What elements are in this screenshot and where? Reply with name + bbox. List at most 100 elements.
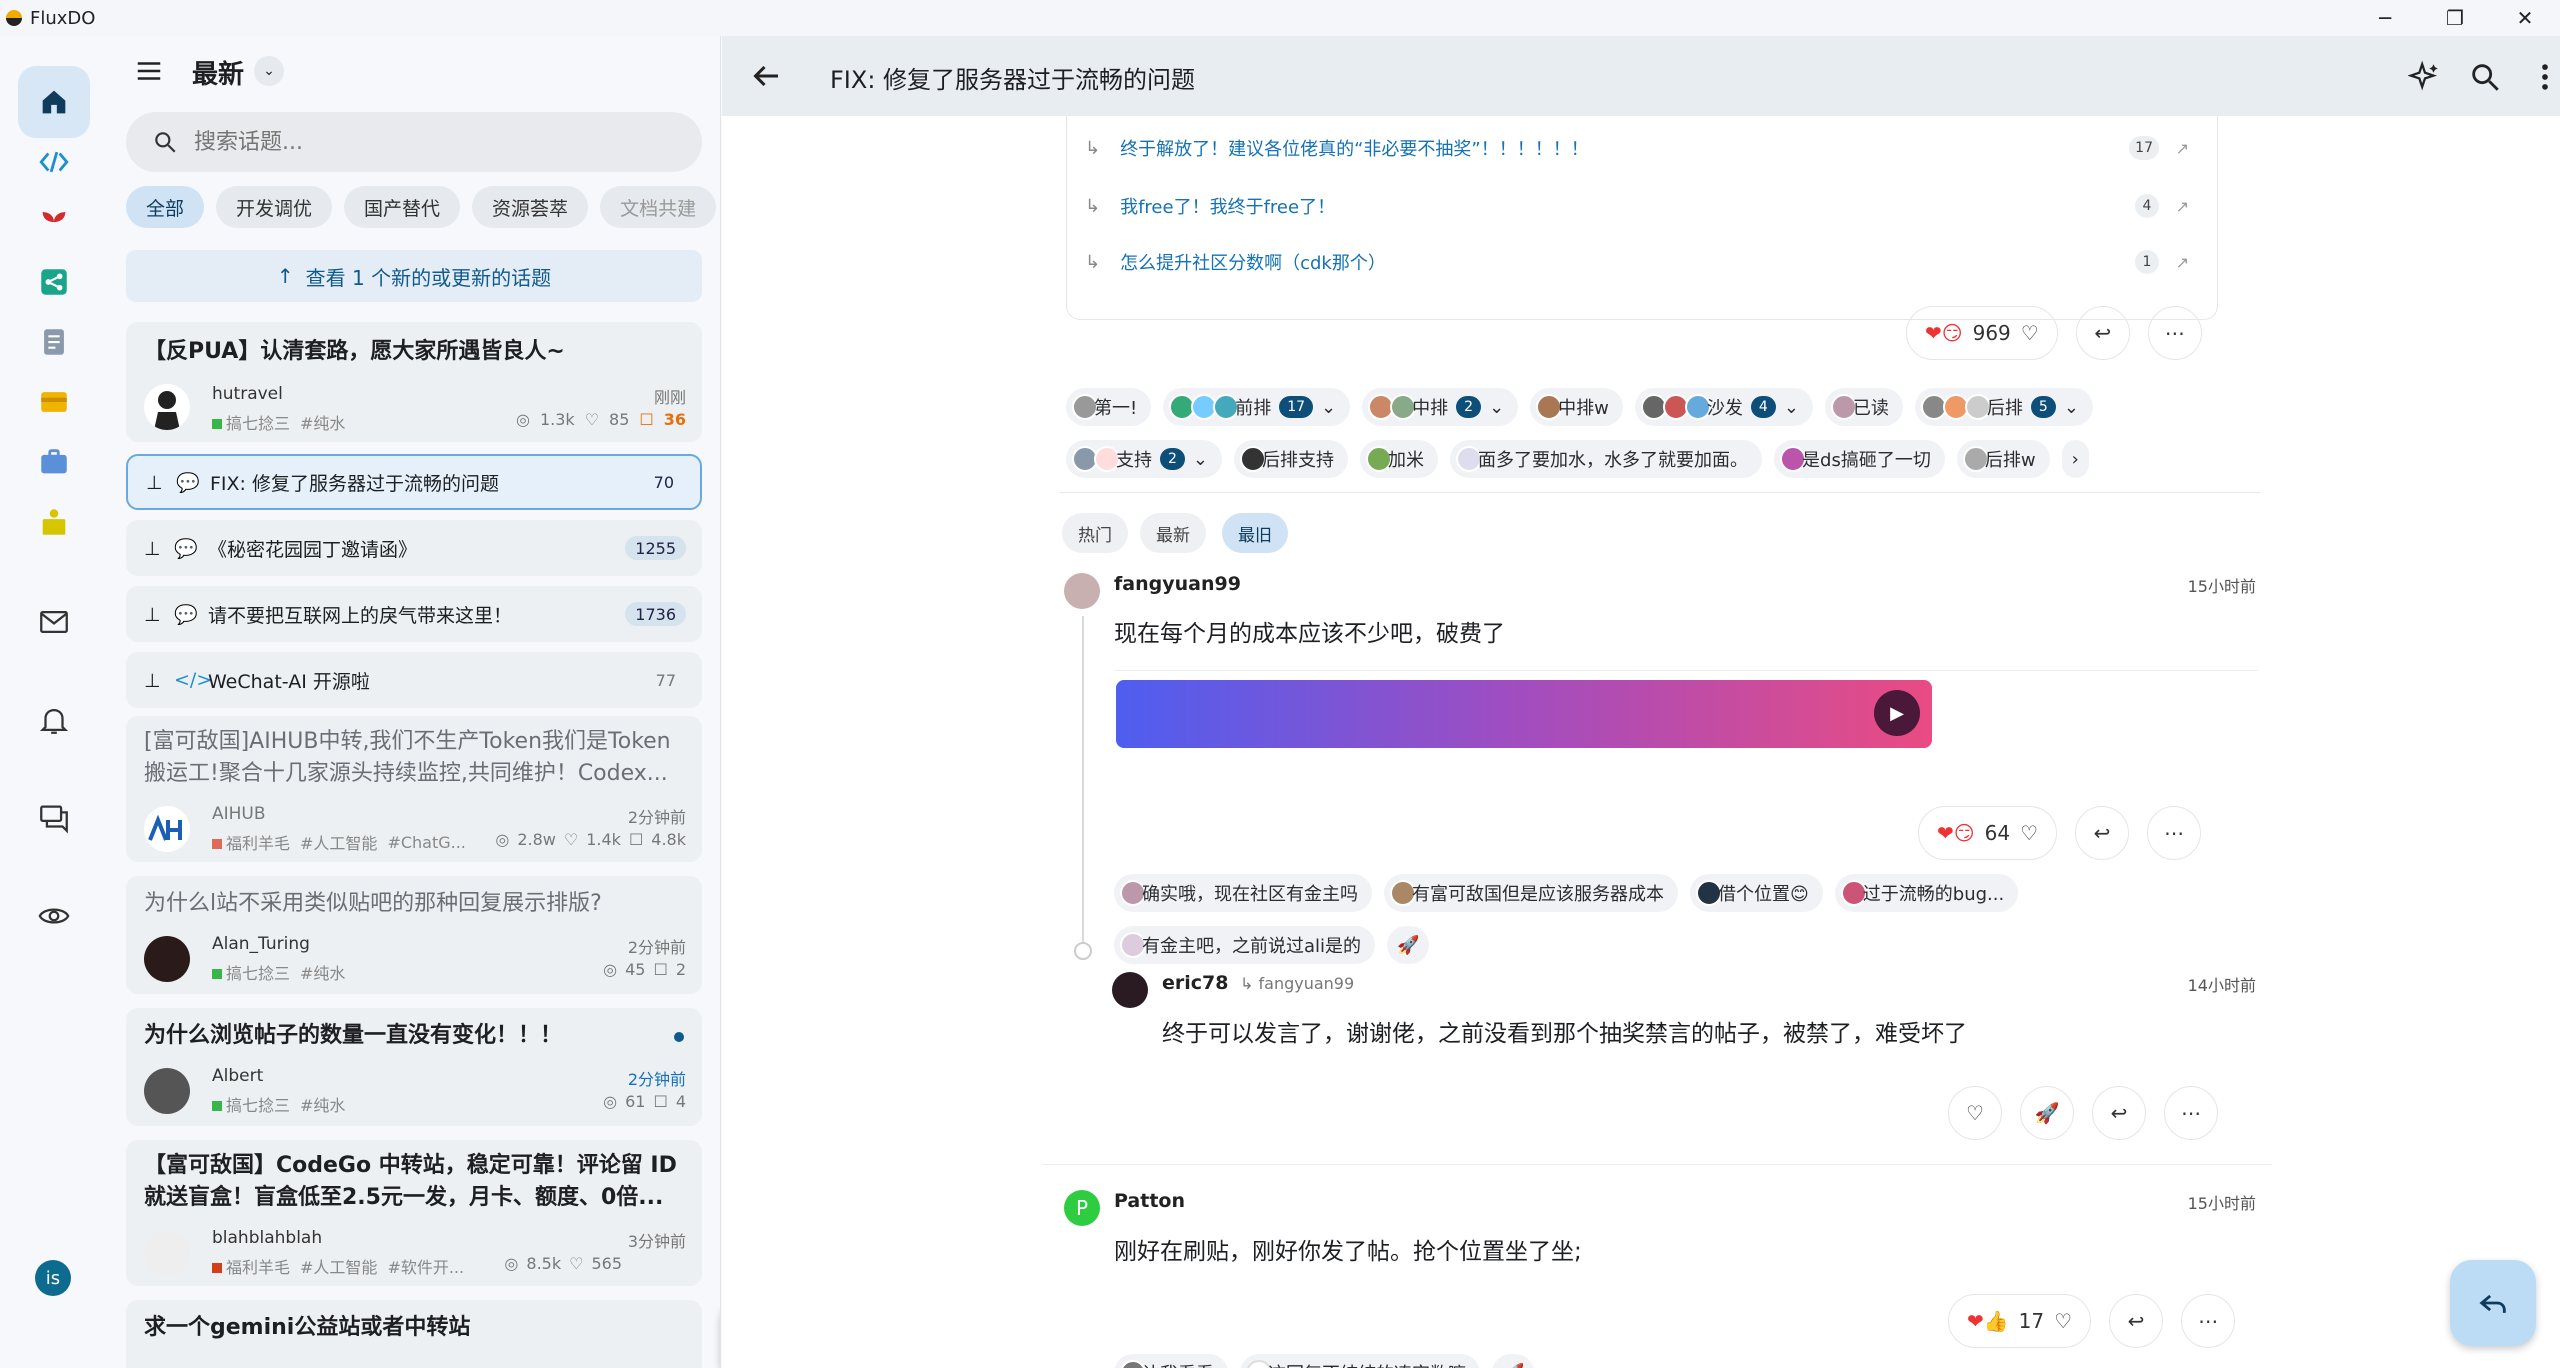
quick-reply-chip[interactable]: 让我看看 [1114,1354,1228,1368]
more-button[interactable]: ⋯ [2181,1294,2236,1348]
user-avatar[interactable]: is [35,1260,71,1296]
more-vertical-icon[interactable] [2528,60,2560,94]
topic-title: 为什么浏览帖子的数量一直没有变化！！！ [144,1023,563,1048]
vote-chip[interactable]: 后排 5 ⌄ [1914,388,2093,426]
topic-card[interactable]: 求一个gemini公益站或者中转站 [126,1300,702,1368]
more-horizontal-icon: ⋯ [2198,1309,2219,1333]
messages-nav[interactable] [18,782,90,854]
search-bar[interactable] [126,112,702,172]
list-filter-dropdown[interactable]: ⌄ [254,56,284,86]
chevron-down-icon: ⌄ [1489,396,1505,418]
ai-sparkle-icon[interactable] [2408,60,2442,94]
vote-label: 面多了要加水，水多了就要加面。 [1478,450,1749,471]
mail-nav[interactable] [18,586,90,658]
linked-topic[interactable]: ↳ 终于解放了！建议各位佬真的“非必要不抽奖”！！！！！！ 17 ↗ [1085,120,2195,176]
vote-chip[interactable]: 面多了要加水，水多了就要加面。 [1450,440,1763,478]
topic-card[interactable]: 为什么l站不采用类似贴吧的那种回复展示排版? Alan_Turing 2分钟前 … [126,876,702,994]
reactions-button[interactable]: ❤😏 969 ♡ [1906,306,2058,360]
vote-chip[interactable]: 支持 2 ⌄ [1066,440,1223,478]
gift-nav[interactable] [18,486,90,558]
new-topics-banner[interactable]: ↑ 查看 1 个新的或更新的话题 [126,250,702,302]
pinned-topic[interactable]: ⊥ 💬 FIX: 修复了服务器过于流畅的问题 70 [126,454,702,510]
pinned-topic[interactable]: ⊥ </> WeChat-AI 开源啦 77 [126,652,702,708]
back-arrow-icon[interactable] [748,58,784,94]
vote-chip[interactable]: 已读 [1824,388,1903,426]
vote-chip[interactable]: 是ds搞砸了一切 [1774,440,1945,478]
chip-resources[interactable]: 资源荟萃 [472,186,589,228]
post-username[interactable]: Patton [1114,1190,1185,1212]
reaction-count: 969 [1972,321,2011,345]
sort-latest[interactable]: 最新 [1140,513,1206,553]
search-icon[interactable] [2468,60,2502,94]
play-button[interactable]: ▶ [1874,690,1920,736]
more-votes-button[interactable]: › [2061,440,2089,478]
quick-reply-chip[interactable]: 借个位置😊 [1690,874,1823,912]
vote-chip[interactable]: 加米 [1360,440,1439,478]
quick-reply-chip[interactable]: 有金主吧，之前说过ali是的 [1114,926,1376,964]
vote-chip[interactable]: 中排w [1530,388,1623,426]
boost-button[interactable]: 🚀 [1492,1354,1535,1368]
topic-card[interactable]: 【富可敌国】CodeGo 中转站，稳定可靠！评论留 ID 就送盲盒！盲盒低至2.… [126,1140,702,1286]
tag: #人工智能 [300,1258,378,1277]
search-input[interactable] [194,129,634,155]
post-content: 现在每个月的成本应该不少吧，破费了 [1114,621,1505,647]
boost-button[interactable]: 🚀 [2020,1086,2074,1140]
chip-dev[interactable]: 开发调优 [216,186,333,228]
reply-button[interactable]: ↩ [2092,1086,2146,1140]
post-username[interactable]: fangyuan99 [1114,573,1241,595]
linked-topic[interactable]: ↳ 我free了！我终于free了！ 4 ↗ [1085,178,2195,234]
like-button[interactable]: ♡ [1948,1086,2002,1140]
restore-button[interactable]: ❐ [2420,0,2490,36]
tag: #ChatG... [387,832,466,852]
notifications-nav[interactable] [18,684,90,756]
chip-domestic[interactable]: 国产替代 [344,186,461,228]
embedded-video[interactable]: ▶ [1116,680,1932,748]
new-topic-button[interactable]: + [720,1298,721,1368]
vote-chip[interactable]: 前排 17 ⌄ [1163,388,1351,426]
quick-reply-chip[interactable]: 过于流畅的bug... [1834,874,2019,912]
chip-docs[interactable]: 文档共建 [600,186,717,228]
collapse-thread-icon[interactable] [1074,942,1092,960]
timestamp: 3分钟前 [627,1232,686,1251]
vote-chip[interactable]: 后排支持 [1234,440,1349,478]
menu-icon[interactable] [134,56,164,86]
more-button[interactable]: ⋯ [2147,806,2201,860]
thread-line [1082,616,1084,946]
boost-button[interactable]: 🚀 [1387,926,1430,964]
reply-to[interactable]: ↳ fangyuan99 [1240,974,1354,993]
more-button[interactable]: ⋯ [2164,1086,2218,1140]
topic-title: 为什么l站不采用类似贴吧的那种回复展示排版? [144,891,602,916]
reply-button[interactable]: ↩ [2075,306,2130,360]
title-bar: FluxDO ─ ❐ ✕ [0,0,2560,36]
vote-chip[interactable]: 中排 2 ⌄ [1362,388,1519,426]
sort-hot[interactable]: 热门 [1062,513,1128,553]
vote-label: 加米 [1388,450,1425,471]
pinned-topic[interactable]: ⊥ 💬 《秘密花园园丁邀请函》 1255 [126,520,702,576]
topic-card[interactable]: 为什么浏览帖子的数量一直没有变化！！！ Albert 2分钟前 搞七捻三 #纯水 … [126,1008,702,1126]
linked-count: 4 [2135,194,2159,218]
topic-card[interactable]: [富可敌国]AIHUB中转,我们不生产Token我们是Token搬运工!聚合十几… [126,716,702,862]
sort-oldest[interactable]: 最旧 [1222,513,1288,553]
reply-button[interactable]: ↩ [2075,806,2129,860]
reactions-button[interactable]: ❤😏 64 ♡ [1918,806,2057,860]
watch-nav[interactable] [18,880,90,952]
linked-topic[interactable]: ↳ 怎么提升社区分数啊（cdk那个） 1 ↗ [1085,234,2195,290]
chip-all[interactable]: 全部 [126,186,205,228]
more-button[interactable]: ⋯ [2147,306,2202,360]
quick-reply-chip[interactable]: 这回复不纯纯的凑字数嘛 [1240,1354,1480,1368]
reply-topic-button[interactable] [2450,1260,2536,1346]
vote-chip[interactable]: 后排w [1956,440,2050,478]
vote-chip[interactable]: 沙发 4 ⌄ [1634,388,1813,426]
reply-username[interactable]: eric78 [1162,972,1228,994]
topic-card[interactable]: 【反PUA】认清套路，愿大家所遇皆良人~ hutravel 刚刚 搞七捻三 #纯水… [126,322,702,442]
share-icon [41,269,67,295]
minimize-button[interactable]: ─ [2350,0,2420,36]
reactions-button[interactable]: ❤👍 17 ♡ [1948,1294,2092,1348]
pinned-topic[interactable]: ⊥ 💬 请不要把互联网上的戾气带来这里！ 1736 [126,586,702,642]
quick-reply-chip[interactable]: 确实哦，现在社区有金主吗 [1114,874,1372,912]
vote-chip[interactable]: 第一! [1066,388,1152,426]
rocket-icon: 🚀 [1502,1363,1524,1368]
close-button[interactable]: ✕ [2490,0,2560,36]
reply-button[interactable]: ↩ [2109,1294,2164,1348]
quick-reply-chip[interactable]: 有富可敌国但是应该服务器成本 [1384,874,1678,912]
